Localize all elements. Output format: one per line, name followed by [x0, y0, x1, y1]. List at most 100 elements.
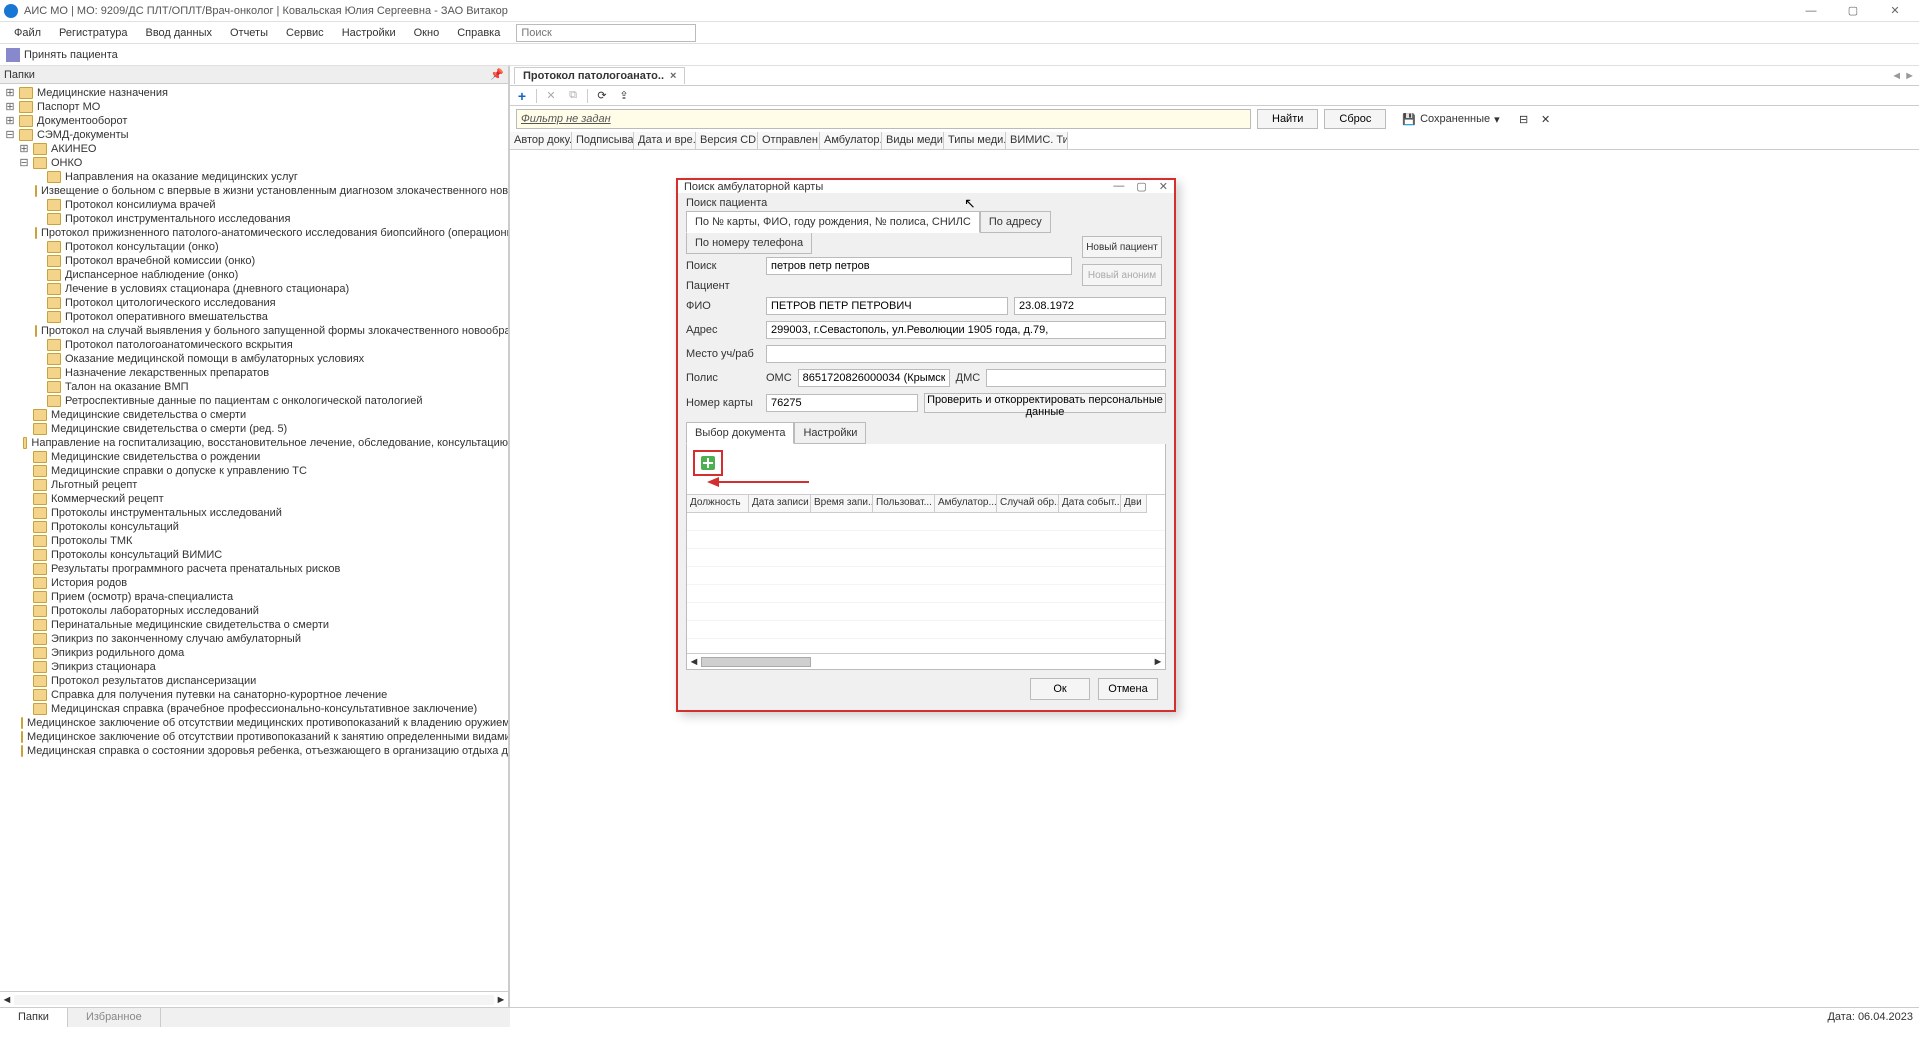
- scroll-right-icon[interactable]: ►: [1151, 656, 1165, 668]
- tree-item[interactable]: Медицинские свидетельства о смерти (ред.…: [0, 422, 508, 436]
- oms-input[interactable]: [798, 369, 950, 387]
- tree-item[interactable]: Эпикриз родильного дома: [0, 646, 508, 660]
- tree-item[interactable]: Медицинское заключение об отсутствии мед…: [0, 716, 508, 730]
- tree-item[interactable]: Протоколы лабораторных исследований: [0, 604, 508, 618]
- expand-icon[interactable]: ⊞: [4, 114, 16, 128]
- tree-item[interactable]: Медицинские справки о допуске к управлен…: [0, 464, 508, 478]
- collapse-icon[interactable]: ⊟: [4, 128, 16, 142]
- dgh-case[interactable]: Случай обр...: [997, 495, 1059, 513]
- dms-input[interactable]: [986, 369, 1166, 387]
- tree-item[interactable]: Протокол цитологического исследования: [0, 296, 508, 310]
- tab-settings[interactable]: Настройки: [794, 422, 866, 444]
- new-patient-button[interactable]: Новый пациент: [1082, 236, 1162, 258]
- tree-item[interactable]: Протоколы консультаций: [0, 520, 508, 534]
- tree-item[interactable]: Протокол на случай выявления у больного …: [0, 324, 508, 338]
- tree-item[interactable]: Коммерческий рецепт: [0, 492, 508, 506]
- tree-item[interactable]: Протокол прижизненного патолого-анатомич…: [0, 226, 508, 240]
- menu-search-input[interactable]: [516, 24, 696, 42]
- menu-registry[interactable]: Регистратура: [51, 24, 135, 42]
- doc-tab-active[interactable]: Протокол патологоанато.. ×: [514, 67, 685, 84]
- tree-item[interactable]: ⊟ОНКО: [0, 156, 508, 170]
- tree-item[interactable]: Оказание медицинской помощи в амбулаторн…: [0, 352, 508, 366]
- add-icon[interactable]: +: [514, 88, 530, 104]
- tree-item[interactable]: Лечение в условиях стационара (дневного …: [0, 282, 508, 296]
- tree-item[interactable]: Протокол консилиума врачей: [0, 198, 508, 212]
- maximize-button[interactable]: ▢: [1833, 2, 1873, 20]
- tree-item[interactable]: Протокол результатов диспансеризации: [0, 674, 508, 688]
- gh-ambul[interactable]: Амбулатор...: [820, 132, 882, 149]
- fio-input[interactable]: [766, 297, 1008, 315]
- tree-item[interactable]: ⊞Паспорт МО: [0, 100, 508, 114]
- tree-item[interactable]: Медицинские свидетельства о рождении: [0, 450, 508, 464]
- dgh-date[interactable]: Дата записи: [749, 495, 811, 513]
- tab-folders[interactable]: Папки: [0, 1008, 68, 1027]
- tree-item[interactable]: ⊟СЭМД-документы: [0, 128, 508, 142]
- menu-service[interactable]: Сервис: [278, 24, 332, 42]
- tree-item[interactable]: Ретроспективные данные по пациентам с он…: [0, 394, 508, 408]
- tree-item[interactable]: ⊞Медицинские назначения: [0, 86, 508, 100]
- tree-hscroll[interactable]: ◄ ►: [0, 991, 508, 1007]
- tree-item[interactable]: Медицинское заключение об отсутствии про…: [0, 730, 508, 744]
- scroll-left-icon[interactable]: ◄: [687, 656, 701, 668]
- tab-favorites[interactable]: Избранное: [68, 1008, 161, 1027]
- dgh-dvi[interactable]: Дви: [1121, 495, 1147, 513]
- menu-help[interactable]: Справка: [449, 24, 508, 42]
- delete-icon[interactable]: ✕: [543, 88, 559, 104]
- collapse-icon[interactable]: ⊟: [18, 156, 30, 170]
- dgh-position[interactable]: Должность: [687, 495, 749, 513]
- tree-item[interactable]: Протокол инструментального исследования: [0, 212, 508, 226]
- tree-item[interactable]: Протокол врачебной комиссии (онко): [0, 254, 508, 268]
- folder-tree[interactable]: ⊞Медицинские назначения⊞Паспорт МО⊞Докум…: [0, 84, 508, 991]
- gh-medkinds[interactable]: Типы меди...: [944, 132, 1006, 149]
- tree-item[interactable]: Прием (осмотр) врача-специалиста: [0, 590, 508, 604]
- reset-button[interactable]: Сброс: [1324, 109, 1386, 129]
- tree-item[interactable]: Протокол консультации (онко): [0, 240, 508, 254]
- tree-item[interactable]: Протоколы ТМК: [0, 534, 508, 548]
- tree-item[interactable]: Назначение лекарственных препаратов: [0, 366, 508, 380]
- tree-item[interactable]: Извещение о больном с впервые в жизни ус…: [0, 184, 508, 198]
- expand-icon[interactable]: ⊞: [4, 100, 16, 114]
- tree-item[interactable]: Льготный рецепт: [0, 478, 508, 492]
- workplace-input[interactable]: [766, 345, 1166, 363]
- tree-item[interactable]: Результаты программного расчета пренатал…: [0, 562, 508, 576]
- tree-item[interactable]: Направление на госпитализацию, восстанов…: [0, 436, 508, 450]
- search-input[interactable]: [766, 257, 1072, 275]
- gh-medtypes[interactable]: Виды меди...: [882, 132, 944, 149]
- dgh-ambul[interactable]: Амбулатор...: [935, 495, 997, 513]
- address-input[interactable]: [766, 321, 1166, 339]
- dgh-event[interactable]: Дата событ...: [1059, 495, 1121, 513]
- extra-icon-1[interactable]: ⊟: [1516, 111, 1532, 127]
- scroll-thumb[interactable]: [701, 657, 811, 667]
- tab-next-icon[interactable]: ►: [1904, 70, 1915, 82]
- menu-file[interactable]: Файл: [6, 24, 49, 42]
- menu-data-entry[interactable]: Ввод данных: [137, 24, 220, 42]
- tab-by-address[interactable]: По адресу: [980, 211, 1051, 233]
- dialog-grid[interactable]: Должность Дата записи Время запи... Поль…: [687, 494, 1165, 669]
- pin-icon[interactable]: 📌: [490, 68, 504, 81]
- scroll-track[interactable]: [14, 995, 494, 1005]
- tab-by-number[interactable]: По № карты, ФИО, году рождения, № полиса…: [686, 211, 980, 233]
- gh-version[interactable]: Версия CD...: [696, 132, 758, 149]
- verify-button[interactable]: Проверить и откорректировать персональны…: [924, 393, 1166, 413]
- dialog-grid-hscroll[interactable]: ◄ ►: [687, 653, 1165, 669]
- tree-item[interactable]: ⊞Документооборот: [0, 114, 508, 128]
- dgh-time[interactable]: Время запи...: [811, 495, 873, 513]
- tree-item[interactable]: Диспансерное наблюдение (онко): [0, 268, 508, 282]
- tab-prev-icon[interactable]: ◄: [1891, 70, 1902, 82]
- tree-item[interactable]: Талон на оказание ВМП: [0, 380, 508, 394]
- export-icon[interactable]: ⇪: [616, 88, 632, 104]
- tree-item[interactable]: Протокол оперативного вмешательства: [0, 310, 508, 324]
- menu-reports[interactable]: Отчеты: [222, 24, 276, 42]
- tab-select-doc[interactable]: Выбор документа: [686, 422, 794, 444]
- dob-input[interactable]: [1014, 297, 1166, 315]
- accept-patient-button[interactable]: Принять пациента: [6, 48, 118, 62]
- tree-item[interactable]: Справка для получения путевки на санатор…: [0, 688, 508, 702]
- tree-item[interactable]: Направления на оказание медицинских услу…: [0, 170, 508, 184]
- minimize-button[interactable]: —: [1791, 2, 1831, 20]
- tree-item[interactable]: Эпикриз по законченному случаю амбулатор…: [0, 632, 508, 646]
- tree-item[interactable]: Перинатальные медицинские свидетельства …: [0, 618, 508, 632]
- tree-item[interactable]: Протокол патологоанатомического вскрытия: [0, 338, 508, 352]
- dialog-close-icon[interactable]: ✕: [1159, 180, 1168, 193]
- gh-sent[interactable]: Отправлен...: [758, 132, 820, 149]
- filter-input[interactable]: [516, 109, 1251, 129]
